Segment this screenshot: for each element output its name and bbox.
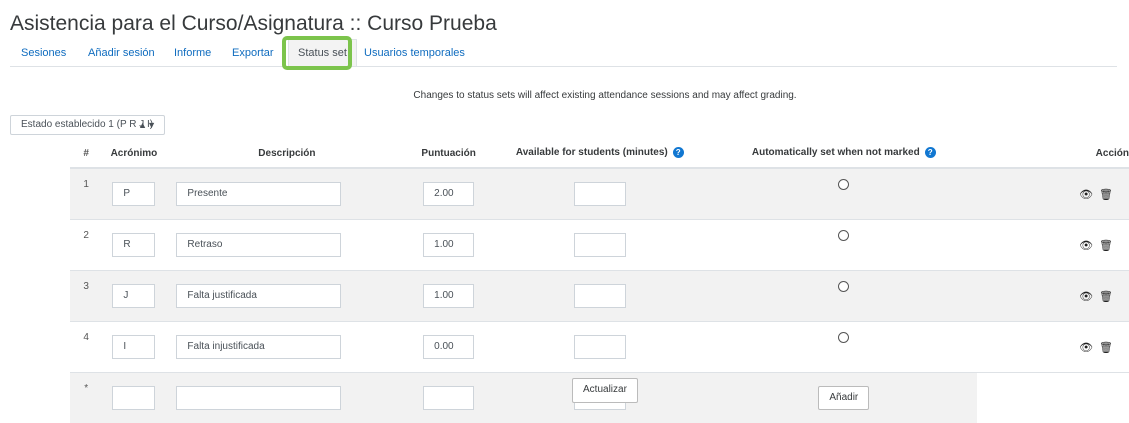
table-header-row: # Acrónimo Descripción Puntuación Availa… <box>70 139 1129 168</box>
row-number: 1 <box>70 168 102 220</box>
sort-arrows-icon: ▲▼ <box>138 116 156 134</box>
acronym-input[interactable]: I <box>112 335 155 359</box>
tab-exportar[interactable]: Exportar <box>232 47 274 59</box>
add-status-button[interactable]: Añadir <box>818 386 869 410</box>
header-auto-set: Automatically set when not marked? <box>711 139 977 168</box>
points-input[interactable]: 2.00 <box>423 182 474 206</box>
header-auto-set-label: Automatically set when not marked <box>752 148 920 159</box>
table-row: 4 I Falta injustificada 0.00 👁︎ 🗑︎ <box>70 322 1129 373</box>
header-points: Puntuación <box>408 139 488 168</box>
trash-icon[interactable]: 🗑︎ <box>1099 240 1113 252</box>
new-description-input[interactable] <box>176 386 341 410</box>
table-row: 3 J Falta justificada 1.00 👁︎ 🗑︎ <box>70 271 1129 322</box>
header-available-label: Available for students (minutes) <box>516 148 668 159</box>
tab-usuarios-temporales[interactable]: Usuarios temporales <box>364 47 465 59</box>
page-title: Asistencia para el Curso/Asignatura :: C… <box>10 12 497 36</box>
eye-icon[interactable]: 👁︎ <box>1079 189 1093 201</box>
table-row: 1 P Presente 2.00 👁︎ 🗑︎ <box>70 168 1129 220</box>
header-available: Available for students (minutes)? <box>489 139 711 168</box>
description-input[interactable]: Presente <box>176 182 341 206</box>
available-minutes-input[interactable] <box>574 335 626 359</box>
points-input[interactable]: 1.00 <box>423 233 474 257</box>
row-number: 3 <box>70 271 102 322</box>
help-icon[interactable]: ? <box>925 147 936 158</box>
status-set-select-value: Estado establecido 1 (P R J I) <box>21 119 153 130</box>
header-number: # <box>70 139 102 168</box>
auto-set-radio[interactable] <box>838 179 849 190</box>
tab-status-set[interactable]: Status set <box>288 39 357 66</box>
row-number: 4 <box>70 322 102 373</box>
acronym-input[interactable]: P <box>112 182 155 206</box>
row-number: 2 <box>70 220 102 271</box>
tab-bar: Sesiones Añadir sesión Informe Exportar … <box>10 40 1117 67</box>
new-points-input[interactable] <box>423 386 474 410</box>
points-input[interactable]: 0.00 <box>423 335 474 359</box>
description-input[interactable]: Falta injustificada <box>176 335 341 359</box>
description-input[interactable]: Falta justificada <box>176 284 341 308</box>
eye-icon[interactable]: 👁︎ <box>1079 342 1093 354</box>
tab-sesiones[interactable]: Sesiones <box>21 47 66 59</box>
update-button[interactable]: Actualizar <box>572 378 638 403</box>
available-minutes-input[interactable] <box>574 284 626 308</box>
trash-icon[interactable]: 🗑︎ <box>1099 189 1113 201</box>
header-action: Acción <box>977 139 1129 168</box>
auto-set-radio[interactable] <box>838 230 849 241</box>
status-set-select[interactable]: Estado establecido 1 (P R J I) ▲▼ <box>10 115 165 135</box>
auto-set-radio[interactable] <box>838 332 849 343</box>
help-icon[interactable]: ? <box>673 147 684 158</box>
empty-action-cell <box>977 373 1129 423</box>
tab-informe[interactable]: Informe <box>174 47 211 59</box>
table-row: 2 R Retraso 1.00 👁︎ 🗑︎ <box>70 220 1129 271</box>
header-acronym: Acrónimo <box>102 139 165 168</box>
eye-icon[interactable]: 👁︎ <box>1079 240 1093 252</box>
row-number: * <box>70 373 102 423</box>
acronym-input[interactable]: J <box>112 284 155 308</box>
header-description: Descripción <box>165 139 408 168</box>
tab-anadir-sesion[interactable]: Añadir sesión <box>88 47 155 59</box>
description-input[interactable]: Retraso <box>176 233 341 257</box>
trash-icon[interactable]: 🗑︎ <box>1099 342 1113 354</box>
new-acronym-input[interactable] <box>112 386 155 410</box>
status-change-notice: Changes to status sets will affect exist… <box>0 90 1129 101</box>
auto-set-radio[interactable] <box>838 281 849 292</box>
eye-icon[interactable]: 👁︎ <box>1079 291 1093 303</box>
trash-icon[interactable]: 🗑︎ <box>1099 291 1113 303</box>
available-minutes-input[interactable] <box>574 233 626 257</box>
points-input[interactable]: 1.00 <box>423 284 474 308</box>
acronym-input[interactable]: R <box>112 233 155 257</box>
available-minutes-input[interactable] <box>574 182 626 206</box>
